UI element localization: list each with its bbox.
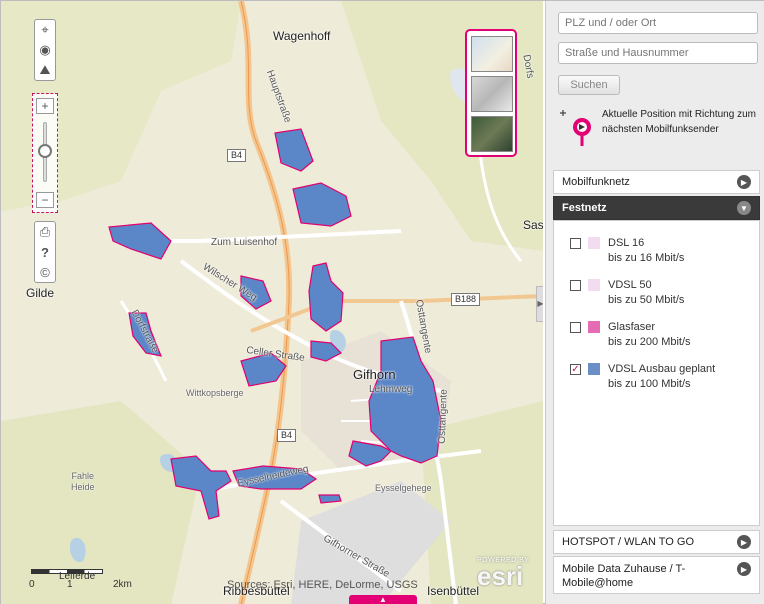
location-pin-icon	[560, 110, 591, 146]
layer-name: DSL 16	[608, 237, 645, 249]
label-eysselgehege: Eysselgehege	[375, 483, 432, 493]
chevron-right-icon: ▶	[737, 562, 751, 576]
layer-name: Glasfaser	[608, 321, 656, 333]
shield-b4-bottom: B4	[277, 429, 297, 442]
esri-wordmark: esri	[477, 561, 524, 591]
accordion-hotspot-label: HOTSPOT / WLAN TO GO	[562, 536, 695, 548]
map-attribution: Sources: Esri, HERE, DeLorme, USGS	[227, 579, 418, 591]
chevron-down-icon: ▼	[737, 201, 751, 215]
festnetz-layer-list: DSL 16 bis zu 16 Mbit/s VDSL 50 bis zu 50 …	[553, 220, 760, 526]
label-zum-luisenhof: Zum Luisenhof	[211, 237, 278, 248]
map-canvas[interactable]: Wagenhoff Gilde Gifhorn Lehmweg Wittkops…	[1, 1, 543, 604]
label-gifhorn: Gifhorn	[353, 367, 396, 382]
shield-b4-top: B4	[227, 149, 247, 162]
copyright-icon[interactable]: ©	[35, 262, 55, 282]
current-position-label: Aktuelle Position mit Richtung zum nächs…	[602, 109, 756, 135]
layer-speed: bis zu 200 Mbit/s	[608, 336, 691, 348]
accordion-hotspot[interactable]: HOTSPOT / WLAN TO GO ▶	[553, 530, 760, 554]
label-lehmweg: Lehmweg	[369, 384, 413, 395]
basemap-street-thumb[interactable]	[471, 36, 513, 72]
bottom-pull-tab[interactable]: ▲	[349, 595, 417, 604]
zoom-handle[interactable]	[38, 144, 52, 158]
road-b188	[250, 294, 543, 333]
postal-code-input[interactable]	[558, 12, 758, 34]
layer-checkbox[interactable]: ✓	[570, 364, 581, 375]
search-button[interactable]: Suchen	[558, 75, 620, 95]
layer-color-swatch	[588, 237, 600, 249]
label-osttangente-2: Osttangente	[436, 389, 450, 444]
map-book-icon[interactable]: ⛰	[35, 60, 55, 80]
accordion-festnetz-label: Festnetz	[562, 202, 607, 214]
layer-color-swatch	[588, 363, 600, 375]
layer-name: VDSL 50	[608, 279, 652, 291]
side-panel: Suchen Aktuelle Position mit Richtung zu…	[545, 1, 764, 604]
label-gilde: Gilde	[26, 286, 55, 300]
layer-checkbox[interactable]	[570, 280, 581, 291]
accordion-mobilfunknetz-label: Mobilfunknetz	[562, 176, 630, 188]
basemap-satellite-thumb[interactable]	[471, 116, 513, 152]
chevron-right-icon: ▶	[737, 535, 751, 549]
layer-name: VDSL Ausbau geplant	[608, 363, 716, 375]
label-fahle-heide: Fahle Heide	[71, 471, 95, 492]
scale-extra: Leiferde	[59, 571, 96, 582]
nav-controls: ⌖ ◉ ⛰	[34, 19, 56, 81]
zoom-out-button[interactable]: −	[36, 192, 54, 208]
layer-speed: bis zu 100 Mbit/s	[608, 378, 691, 390]
basemap-switcher	[465, 29, 517, 157]
label-isenbuettel: Isenbüttel	[427, 584, 480, 598]
accordion-mobile-data-label: Mobile Data Zuhause / T-Mobile@home	[562, 563, 686, 589]
scale-right-label: 2km	[113, 579, 132, 590]
help-icon[interactable]: ?	[35, 242, 55, 262]
layer-checkbox[interactable]	[570, 238, 581, 249]
street-input[interactable]	[558, 42, 758, 64]
locate-icon[interactable]: ◉	[35, 40, 55, 60]
zoom-slider: + −	[32, 93, 58, 213]
layer-color-swatch	[588, 279, 600, 291]
tool-controls: ⎙ ? ©	[34, 221, 56, 283]
scale-left-label: 0	[29, 579, 35, 590]
print-icon[interactable]: ⎙	[35, 222, 55, 242]
accordion-festnetz[interactable]: Festnetz ▼	[553, 196, 760, 220]
layer-speed: bis zu 50 Mbit/s	[608, 294, 685, 306]
shield-b188: B188	[451, 293, 481, 306]
label-wittkopsberge: Wittkopsberge	[186, 388, 244, 398]
pan-icon[interactable]: ⌖	[35, 20, 55, 40]
chevron-right-icon: ▶	[737, 175, 751, 189]
map-app: Wagenhoff Gilde Gifhorn Lehmweg Wittkops…	[0, 0, 764, 604]
panel-collapse-toggle[interactable]: ▶	[536, 286, 543, 322]
label-sas: Sas	[523, 218, 543, 232]
layer-speed: bis zu 16 Mbit/s	[608, 252, 685, 264]
accordion-mobilfunknetz[interactable]: Mobilfunknetz ▶	[553, 170, 760, 194]
zoom-in-button[interactable]: +	[36, 98, 54, 114]
layer-checkbox[interactable]	[570, 322, 581, 333]
layer-color-swatch	[588, 321, 600, 333]
accordion-mobile-data[interactable]: Mobile Data Zuhause / T-Mobile@home ▶	[553, 556, 760, 594]
scale-mid-label: 1	[67, 579, 73, 590]
esri-logo: POWERED BY esri	[477, 557, 529, 591]
scale-bar: Leiferde 0 1 2km	[29, 569, 132, 590]
label-wagenhoff: Wagenhoff	[273, 29, 331, 43]
basemap-gray-thumb[interactable]	[471, 76, 513, 112]
